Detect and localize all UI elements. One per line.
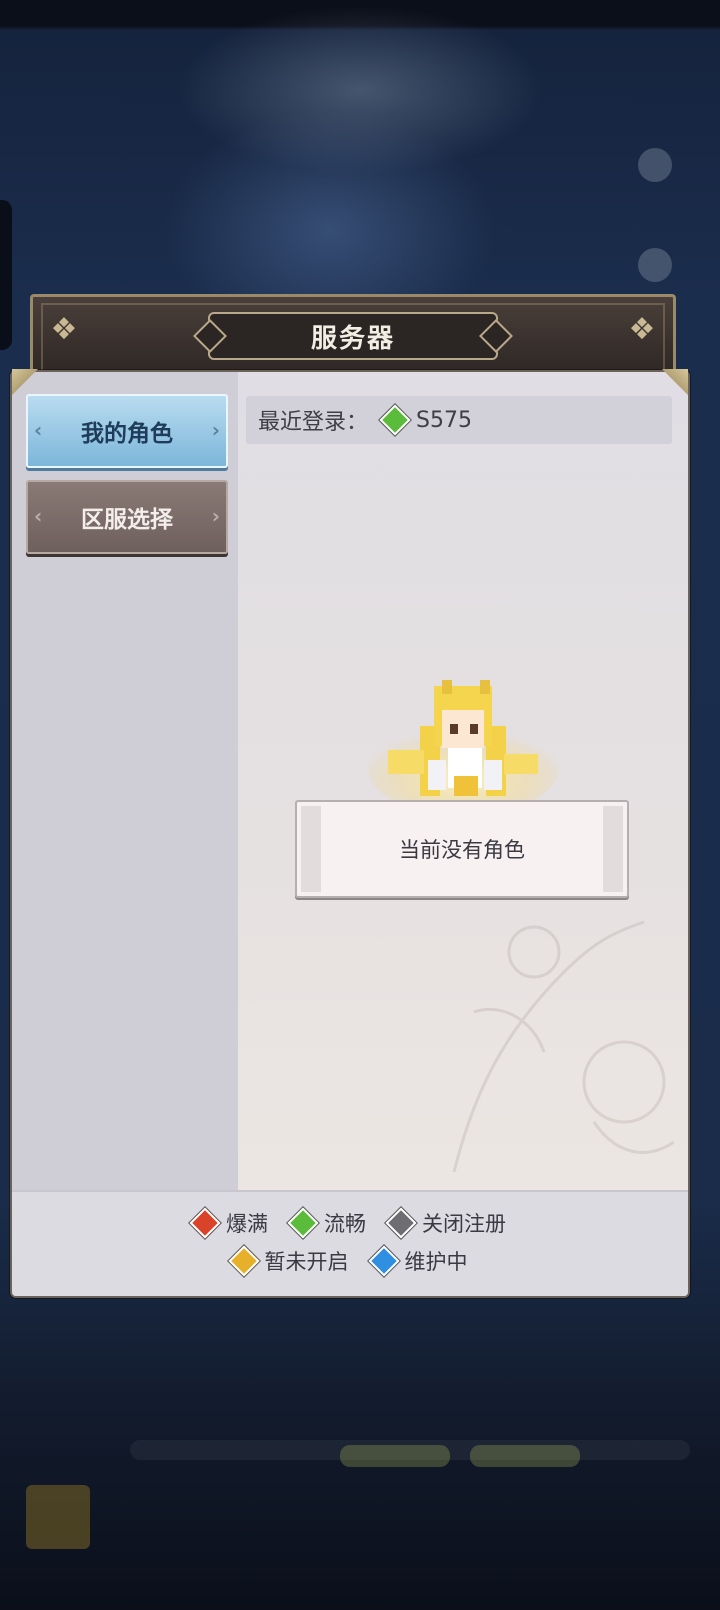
- character-sprite: [368, 680, 558, 804]
- legend-item-smooth: 流畅: [287, 1207, 366, 1239]
- side-drawer-handle: [0, 200, 12, 350]
- tab-server-select[interactable]: ‹ 区服选择 ›: [26, 480, 228, 554]
- recent-server-name: S575: [416, 407, 472, 433]
- card-left-trim: [301, 806, 321, 892]
- chevron-right-icon: ›: [211, 418, 220, 442]
- legend-row: 暂未开启 维护中: [12, 1245, 688, 1277]
- chevron-left-icon: ‹: [34, 418, 43, 442]
- background-icon: [26, 1485, 90, 1549]
- empty-state-card: 当前没有角色: [295, 800, 629, 898]
- recent-login-label: 最近登录：: [258, 410, 369, 435]
- background-link: [470, 1445, 580, 1467]
- gem-green-icon: [287, 1207, 319, 1239]
- background-button-icon: [638, 148, 672, 182]
- gem-red-icon: [189, 1207, 221, 1239]
- title-plate: 服务器: [193, 312, 513, 360]
- sidebar: ‹ 我的角色 › ‹ 区服选择 ›: [12, 372, 238, 1190]
- content-area: 最近登录： S575 当前没有角色: [238, 372, 688, 1190]
- recent-login-bar[interactable]: 最近登录： S575: [246, 396, 672, 444]
- server-panel: ‹ 我的角色 › ‹ 区服选择 › 最近登录： S575 当前没有角色 爆满 流…: [12, 372, 688, 1296]
- legend-item-not-open: 暂未开启: [227, 1245, 349, 1277]
- gem-blue-icon: [367, 1245, 400, 1277]
- gem-yellow-icon: [227, 1245, 260, 1277]
- background-button-icon: [638, 248, 672, 282]
- tab-label: 区服选择: [81, 507, 173, 533]
- empty-state-message: 当前没有角色: [399, 838, 525, 862]
- status-legend: 爆满 流畅 关闭注册 暂未开启 维护中: [12, 1190, 688, 1296]
- legend-item-registration-closed: 关闭注册: [385, 1207, 506, 1239]
- card-right-trim: [603, 806, 623, 892]
- chevron-left-icon: ‹: [34, 504, 43, 528]
- legend-item-full: 爆满: [189, 1207, 268, 1239]
- dialog-title: 服务器: [310, 323, 395, 354]
- legend-label: 流畅: [324, 1212, 366, 1236]
- gem-green-icon: [379, 404, 411, 436]
- legend-label: 暂未开启: [264, 1250, 349, 1274]
- legend-label: 爆满: [226, 1212, 268, 1236]
- tab-label: 我的角色: [81, 421, 173, 447]
- chevron-right-icon: ›: [211, 504, 220, 528]
- background-illustration: [452, 920, 675, 1173]
- gem-gray-icon: [385, 1207, 417, 1239]
- legend-item-maintenance: 维护中: [367, 1245, 468, 1277]
- legend-label: 维护中: [404, 1250, 468, 1274]
- legend-row: 爆满 流畅 关闭注册: [12, 1207, 688, 1239]
- ornament-right-icon: ❖: [628, 312, 656, 347]
- background-link: [340, 1445, 450, 1467]
- tab-my-roles[interactable]: ‹ 我的角色 ›: [26, 394, 228, 468]
- ornament-left-icon: ❖: [50, 312, 78, 347]
- legend-label: 关闭注册: [422, 1212, 506, 1236]
